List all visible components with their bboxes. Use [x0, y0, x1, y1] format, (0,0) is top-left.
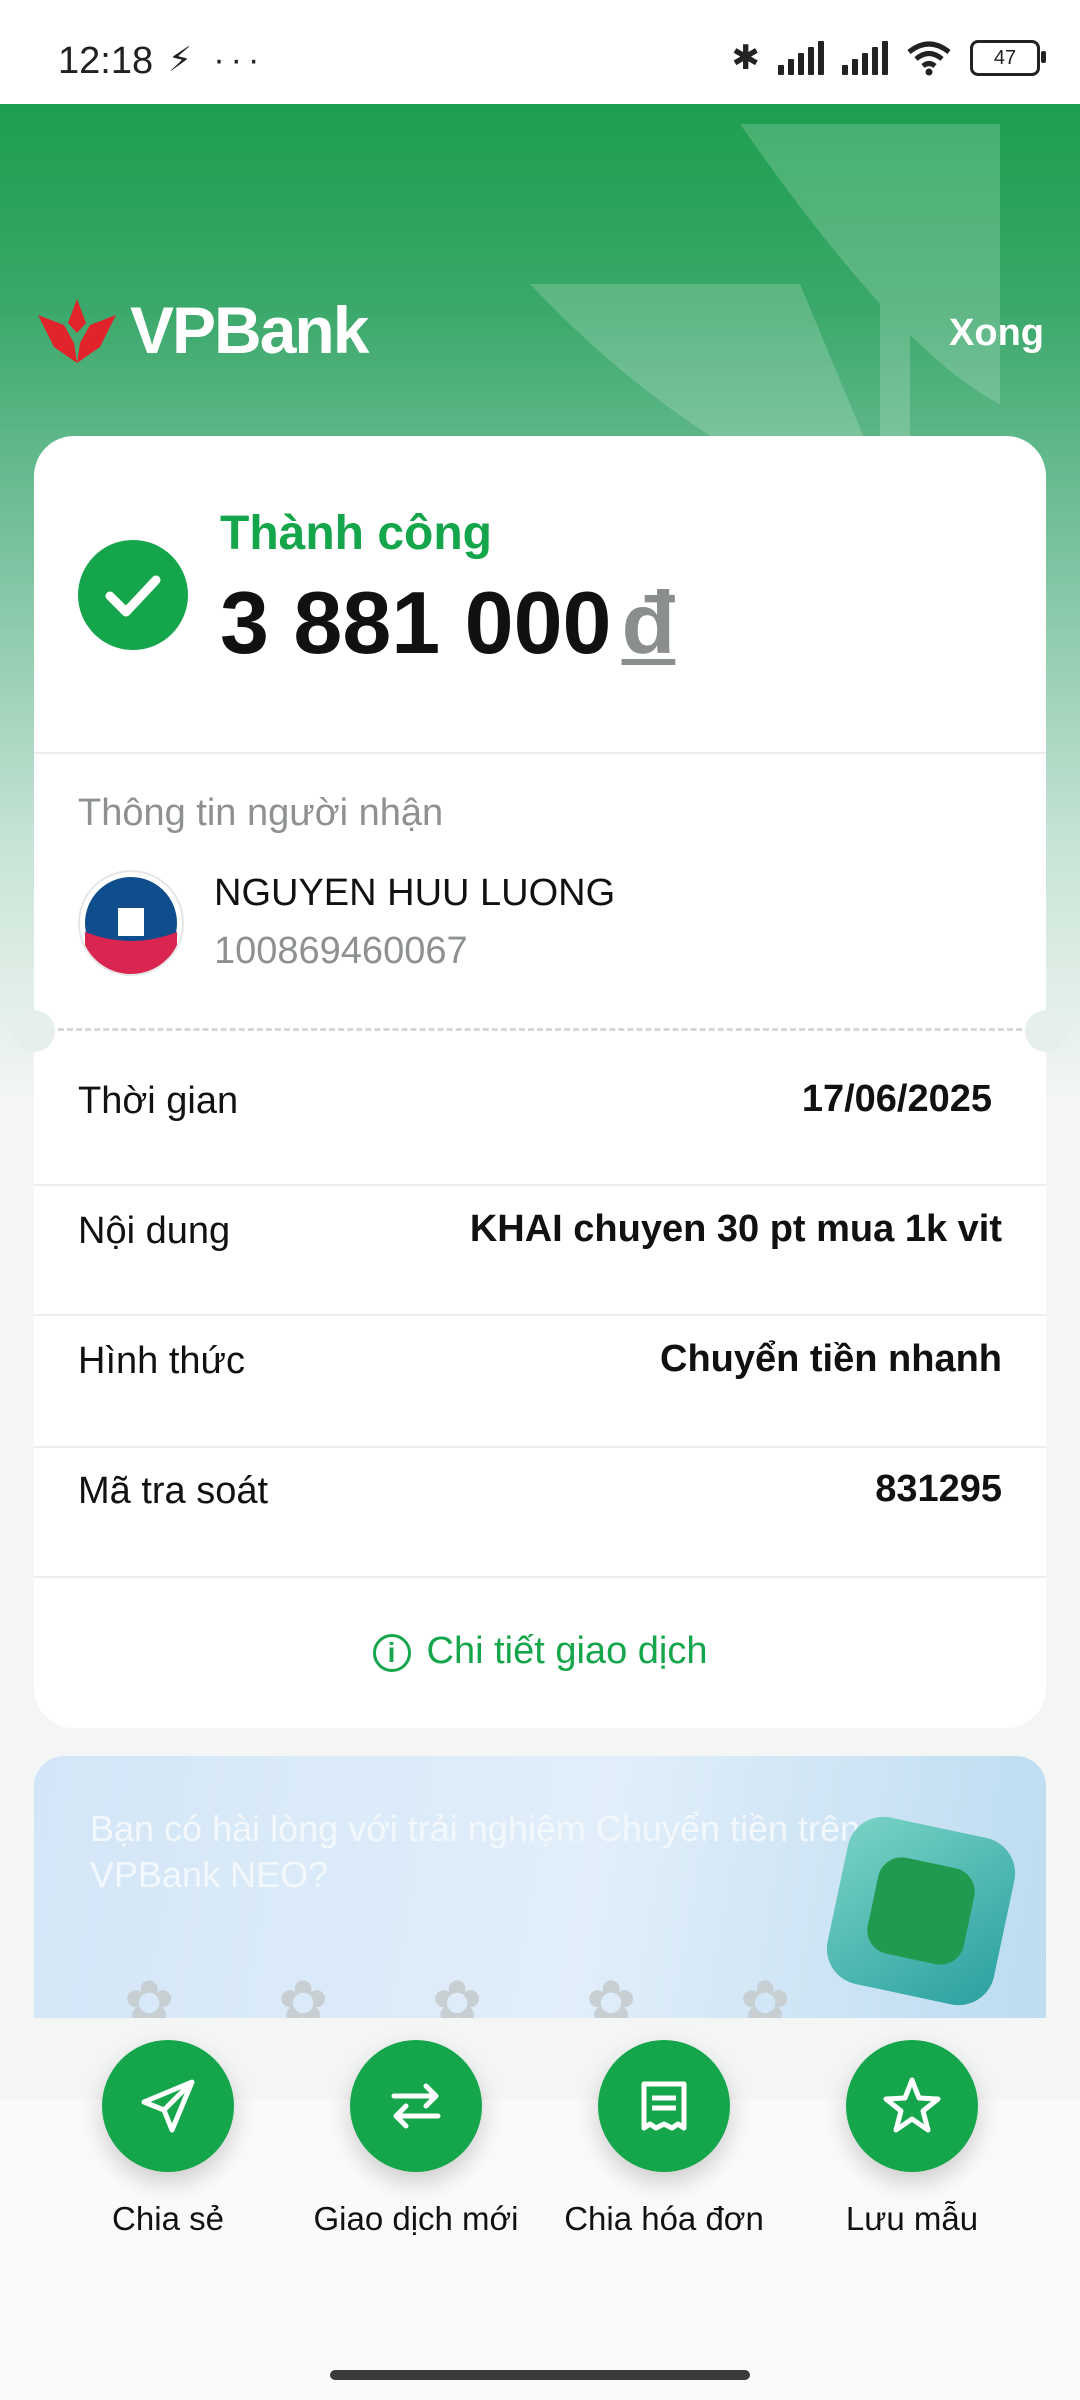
done-button[interactable]: Xong: [949, 312, 1044, 355]
home-indicator[interactable]: [330, 2370, 750, 2380]
detail-label: Mã tra soát: [78, 1470, 269, 1512]
share-button[interactable]: Chia sẻ: [48, 2040, 288, 2238]
bottom-action-bar: Chia sẻ Giao dịch mới Chia hóa đơn Lưu m…: [0, 2040, 1080, 2400]
status-time: 12:18: [58, 40, 154, 82]
action-label: Lưu mẫu: [845, 2200, 979, 2237]
action-label: Giao dịch mới: [313, 2200, 519, 2237]
action-label: Chia sẻ: [112, 2200, 224, 2237]
notification-icons: ⚡ ···: [168, 41, 266, 79]
detail-value: KHAI chuyen 30 pt mua 1k vit: [469, 1208, 1002, 1250]
detail-row-trace: Mã tra soát 831295: [34, 1426, 1046, 1556]
action-label: Chia hóa đơn: [564, 2200, 764, 2237]
detail-row-method: Hình thức Chuyển tiền nhanh: [34, 1296, 1046, 1426]
rating-flower-icon[interactable]: ✿: [740, 1968, 790, 2018]
bank-avatar: [78, 870, 184, 976]
rating-flower-icon[interactable]: ✿: [432, 1968, 482, 2018]
receipt-icon: [598, 2040, 730, 2172]
detail-row-time: Thời gian 17/06/2025: [34, 1036, 1046, 1166]
detail-value: 17/06/2025: [801, 1078, 992, 1120]
transaction-detail-link[interactable]: i Chi tiết giao dịch: [34, 1630, 1046, 1673]
signal-icon-2: [842, 41, 888, 75]
info-icon: i: [372, 1633, 411, 1672]
status-bar: 12:18 ⚡ ··· ✱ 47: [0, 0, 1080, 104]
detail-value: 831295: [875, 1468, 1002, 1510]
new-transaction-button[interactable]: Giao dịch mới: [296, 2040, 536, 2238]
divider: [34, 1576, 1046, 1578]
wifi-icon: [907, 41, 951, 76]
vpbank-neo-cube-icon: [820, 1810, 1022, 2012]
amount-value: 3 881 000: [220, 573, 612, 672]
detail-label: Hình thức: [78, 1340, 245, 1382]
status-right-icons: ✱ 47: [731, 38, 1046, 78]
success-check-icon: [78, 540, 188, 650]
star-icon: [846, 2040, 978, 2172]
save-template-button[interactable]: Lưu mẫu: [792, 2040, 1032, 2238]
detail-row-content: Nội dung KHAI chuyen 30 pt mua 1k vit: [34, 1166, 1046, 1296]
recipient-account: 100869460067: [214, 930, 468, 972]
split-bill-button[interactable]: Chia hóa đơn: [544, 2040, 784, 2238]
vpbank-flower-icon: [38, 299, 116, 363]
receipt-card: Thành công 3 881 000 đ Thông tin người nh…: [13, 436, 1067, 1728]
signal-icon: [778, 41, 824, 75]
send-icon: [102, 2040, 234, 2172]
rating-flower-icon[interactable]: ✿: [586, 1968, 636, 2018]
transaction-status: Thành công: [220, 507, 492, 560]
dashed-separator: [58, 1028, 1022, 1031]
detail-value: Chuyển tiền nhanh: [660, 1338, 1002, 1380]
detail-label: Thời gian: [78, 1080, 239, 1122]
divider: [34, 752, 1046, 754]
rating-flower-icon[interactable]: ✿: [124, 1968, 174, 2018]
recipient-section-title: Thông tin người nhận: [78, 792, 444, 834]
recipient-name: NGUYEN HUU LUONG: [214, 872, 616, 914]
battery-icon: 47: [970, 40, 1046, 76]
transaction-amount: 3 881 000 đ: [220, 572, 675, 674]
rating-flower-icon[interactable]: ✿: [278, 1968, 328, 2018]
bluetooth-icon: ✱: [731, 39, 761, 77]
logo-text: VPBank: [130, 293, 369, 367]
swap-icon: [350, 2040, 482, 2172]
vpbank-logo: VPBank: [34, 292, 369, 368]
detail-link-label: Chi tiết giao dịch: [426, 1630, 708, 1672]
detail-label: Nội dung: [78, 1210, 231, 1252]
feedback-banner[interactable]: Bạn có hài lòng với trải nghiệm Chuyển t…: [34, 1756, 1046, 2018]
currency-symbol: đ: [621, 573, 676, 672]
